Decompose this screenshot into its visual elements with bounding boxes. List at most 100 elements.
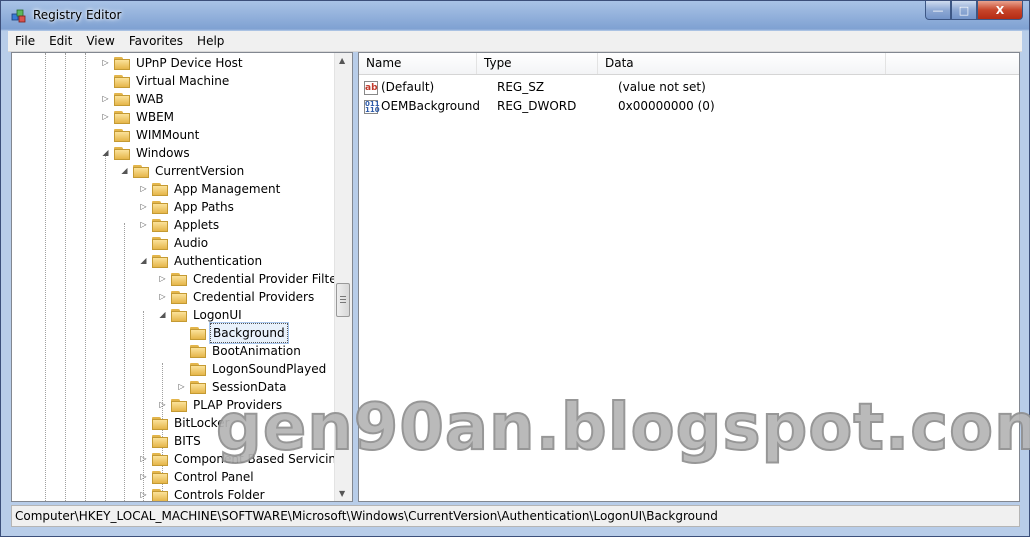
collapse-arrow-icon[interactable]: ◢ — [157, 306, 168, 324]
folder-icon — [152, 254, 168, 268]
column-header-filler — [886, 53, 1019, 74]
tree-item[interactable]: Virtual Machine — [100, 72, 231, 90]
current-key-path: Computer\HKEY_LOCAL_MACHINE\SOFTWARE\Mic… — [15, 509, 718, 523]
menu-edit[interactable]: Edit — [42, 34, 79, 48]
tree-item[interactable]: ◢ CurrentVersion — [119, 162, 246, 180]
tree-guide-line — [124, 223, 125, 501]
tree-item[interactable]: Audio — [138, 234, 210, 252]
tree-item[interactable]: Background — [176, 322, 289, 344]
tree-item[interactable]: ◢ Windows — [100, 144, 192, 162]
maximize-button[interactable]: □ — [951, 1, 977, 20]
folder-icon — [133, 164, 149, 178]
tree-item-label: BootAnimation — [212, 344, 301, 358]
tree-guide-line — [45, 53, 46, 501]
title-bar[interactable]: Registry Editor — □ X — [1, 1, 1029, 31]
column-header-name[interactable]: Name — [359, 53, 477, 74]
tree-item[interactable]: ▷ Credential Providers — [157, 288, 316, 306]
watermark-text: gen90an.blogspot.com — [215, 390, 1030, 466]
expand-arrow-icon[interactable]: ▷ — [138, 486, 149, 501]
folder-icon — [171, 272, 187, 286]
tree-item[interactable]: ◢ Authentication — [138, 252, 264, 270]
tree-item-label: LogonUI — [193, 308, 242, 322]
maximize-icon: □ — [958, 3, 970, 17]
tree-item-label: CurrentVersion — [155, 164, 245, 178]
value-name: OEMBackground — [381, 99, 480, 113]
folder-icon — [114, 146, 130, 160]
tree-item-label: WAB — [136, 92, 164, 106]
scroll-down-arrow-icon[interactable]: ▼ — [339, 489, 345, 498]
registry-value-row[interactable]: ab (Default) REG_SZ (value not set) — [364, 78, 706, 97]
tree-guide-line — [85, 53, 86, 501]
tree-item[interactable]: BootAnimation — [176, 342, 303, 360]
tree-item-label: App Paths — [174, 200, 234, 214]
expand-arrow-icon[interactable]: ▷ — [157, 270, 168, 288]
folder-icon — [152, 488, 168, 501]
tree-item-label: Audio — [174, 236, 209, 250]
tree-item[interactable]: ▷ Credential Provider Filters — [157, 270, 350, 288]
expand-arrow-icon[interactable]: ▷ — [176, 378, 187, 396]
tree-item[interactable]: ◢ LogonUI — [157, 306, 244, 324]
expand-arrow-icon[interactable]: ▷ — [138, 216, 149, 234]
collapse-arrow-icon[interactable]: ◢ — [119, 162, 130, 180]
list-header: Name Type Data — [359, 53, 1019, 75]
folder-icon — [171, 308, 187, 322]
tree-item[interactable]: ▷ UPnP Device Host — [100, 54, 245, 72]
expand-arrow-icon[interactable]: ▷ — [100, 90, 111, 108]
expand-arrow-icon[interactable]: ▷ — [138, 450, 149, 468]
tree-guide-line — [105, 153, 106, 501]
tree-item-label: Credential Providers — [193, 290, 315, 304]
scrollbar-thumb[interactable] — [336, 283, 350, 317]
folder-icon — [171, 398, 187, 412]
menu-help[interactable]: Help — [190, 34, 231, 48]
minimize-button[interactable]: — — [925, 1, 951, 20]
tree-item-label: BITS — [174, 434, 201, 448]
tree-item[interactable]: ▷ App Management — [138, 180, 282, 198]
value-name: (Default) — [381, 80, 435, 94]
menu-file[interactable]: File — [8, 34, 42, 48]
menu-bar: File Edit View Favorites Help — [8, 31, 1022, 52]
tree-item-label: Virtual Machine — [136, 74, 230, 88]
collapse-arrow-icon[interactable]: ◢ — [138, 252, 149, 270]
folder-icon — [190, 362, 206, 376]
tree-item-label: Background — [209, 322, 289, 344]
folder-icon — [152, 200, 168, 214]
folder-icon — [152, 434, 168, 448]
expand-arrow-icon[interactable]: ▷ — [157, 288, 168, 306]
string-value-icon: ab — [364, 80, 378, 95]
tree-item[interactable]: ▷ Controls Folder — [138, 486, 267, 502]
menu-view[interactable]: View — [79, 34, 121, 48]
tree-item[interactable]: ▷ WAB — [100, 90, 166, 108]
expand-arrow-icon[interactable]: ▷ — [138, 180, 149, 198]
folder-icon — [152, 416, 168, 430]
folder-icon — [114, 56, 130, 70]
registry-editor-window: Registry Editor — □ X File Edit View Fav… — [0, 0, 1030, 537]
expand-arrow-icon[interactable]: ▷ — [157, 396, 168, 414]
tree-item-label: Control Panel — [174, 470, 254, 484]
folder-icon — [152, 236, 168, 250]
expand-arrow-icon[interactable]: ▷ — [100, 54, 111, 72]
expand-arrow-icon[interactable]: ▷ — [138, 468, 149, 486]
tree-item[interactable]: ▷ Applets — [138, 216, 221, 234]
folder-icon — [152, 470, 168, 484]
collapse-arrow-icon[interactable]: ◢ — [100, 144, 111, 162]
tree-item[interactable]: ▷ WBEM — [100, 108, 176, 126]
column-header-type[interactable]: Type — [477, 53, 598, 74]
column-header-data[interactable]: Data — [598, 53, 886, 74]
tree-item-label: UPnP Device Host — [136, 56, 243, 70]
menu-favorites[interactable]: Favorites — [122, 34, 190, 48]
tree-item[interactable]: ▷ App Paths — [138, 198, 236, 216]
tree-item[interactable]: BITS — [138, 432, 203, 450]
registry-value-row[interactable]: 011 110 OEMBackground REG_DWORD 0x00000000 … — [364, 97, 715, 116]
folder-icon — [190, 380, 206, 394]
folder-icon — [114, 74, 130, 88]
expand-arrow-icon[interactable]: ▷ — [138, 198, 149, 216]
close-button[interactable]: X — [977, 1, 1023, 20]
tree-item[interactable]: LogonSoundPlayed — [176, 360, 328, 378]
folder-icon — [152, 218, 168, 232]
tree-item[interactable]: WIMMount — [100, 126, 201, 144]
tree-item-label: Controls Folder — [174, 488, 265, 502]
scroll-up-arrow-icon[interactable]: ▲ — [339, 56, 345, 65]
tree-item[interactable]: ▷ Control Panel — [138, 468, 256, 486]
expand-arrow-icon[interactable]: ▷ — [100, 108, 111, 126]
tree-item-label: Authentication — [174, 254, 263, 268]
